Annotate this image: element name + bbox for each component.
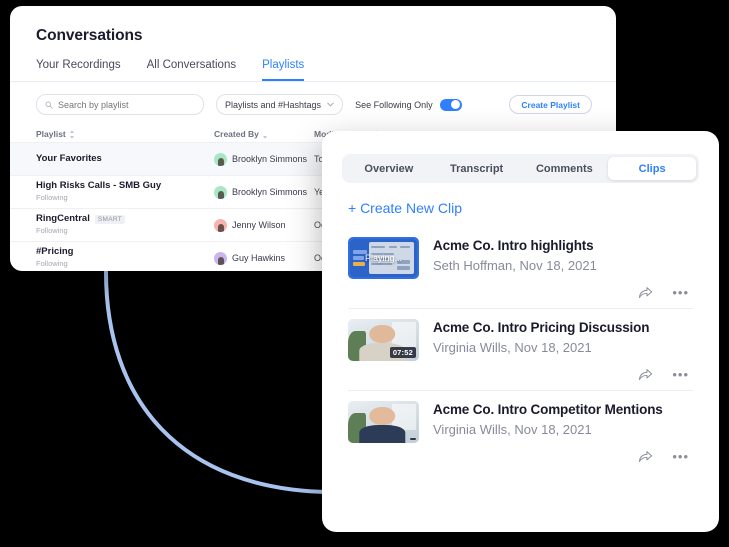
share-icon[interactable]: [638, 368, 653, 381]
row-created-by-cell: Guy Hawkins: [214, 251, 314, 265]
tab-transcript[interactable]: Transcript: [433, 157, 521, 180]
create-new-clip-button[interactable]: + Create New Clip: [348, 200, 462, 216]
clip-list-item[interactable]: 07:52 Acme Co. Intro Pricing Discussion …: [322, 309, 719, 381]
avatar: [214, 152, 227, 166]
created-by-name: Brooklyn Simmons: [232, 187, 308, 197]
row-playlist-cell: #Pricing Following: [36, 246, 214, 269]
more-options-icon[interactable]: •••: [672, 368, 689, 381]
tab-overview[interactable]: Overview: [345, 157, 433, 180]
dropdown-label: Playlists and #Hashtags: [225, 99, 322, 110]
clip-list-item[interactable]: Acme Co. Intro Competitor Mentions Virgi…: [322, 391, 719, 463]
clip-meta: Acme Co. Intro Pricing Discussion Virgin…: [433, 319, 649, 356]
created-by-name: Guy Hawkins: [232, 253, 286, 263]
tab-your-recordings[interactable]: Your Recordings: [36, 59, 121, 81]
tab-clips[interactable]: Clips: [608, 157, 696, 180]
clips-panel: Overview Transcript Comments Clips + Cre…: [322, 131, 719, 532]
playlist-name: RingCentral: [36, 213, 90, 225]
search-icon: [45, 101, 53, 109]
avatar: [214, 185, 227, 199]
page-title: Conversations: [36, 27, 143, 44]
clip-playing-label: Playing...: [364, 253, 403, 263]
clip-meta: Acme Co. Intro Competitor Mentions Virgi…: [433, 401, 663, 438]
sort-icon: [69, 129, 74, 139]
playlist-name: High Risks Calls - SMB Guy: [36, 180, 162, 192]
tab-playlists[interactable]: Playlists: [262, 59, 305, 81]
row-created-by-cell: Brooklyn Simmons: [214, 185, 314, 199]
clip-duration-badge: [410, 438, 416, 440]
search-input[interactable]: [58, 99, 178, 110]
column-header-created-by[interactable]: Created By: [214, 129, 314, 139]
clip-list-item[interactable]: Playing... Acme Co. Intro highlights Set…: [322, 227, 719, 299]
created-by-name: Brooklyn Simmons: [232, 154, 308, 164]
share-icon[interactable]: [638, 286, 653, 299]
clip-actions: •••: [348, 279, 693, 299]
sort-icon: [262, 135, 267, 139]
see-following-only-toggle[interactable]: [439, 98, 462, 111]
see-following-only-label: See Following Only: [355, 99, 433, 110]
portrait-thumbnail-graphic: [348, 401, 419, 443]
clip-title: Acme Co. Intro Competitor Mentions: [433, 402, 663, 417]
column-header-playlist[interactable]: Playlist: [36, 129, 214, 139]
playlist-name: #Pricing: [36, 246, 74, 258]
tab-all-conversations[interactable]: All Conversations: [147, 59, 236, 81]
more-options-icon[interactable]: •••: [672, 450, 689, 463]
row-playlist-cell: Your Favorites: [36, 152, 214, 165]
clip-subtitle: Virginia Wills, Nov 18, 2021: [433, 422, 592, 438]
conversations-tabs: Your Recordings All Conversations Playli…: [10, 59, 616, 82]
create-playlist-button[interactable]: Create Playlist: [509, 95, 592, 114]
more-options-icon[interactable]: •••: [672, 286, 689, 299]
clip-thumbnail[interactable]: Playing...: [348, 237, 419, 279]
clip-actions: •••: [348, 361, 693, 381]
column-label: Created By: [214, 129, 259, 139]
clip-actions: •••: [348, 443, 693, 463]
clip-thumbnail[interactable]: [348, 401, 419, 443]
clip-duration-badge: 07:52: [389, 347, 416, 358]
search-box[interactable]: [36, 94, 204, 115]
filter-toolbar: Playlists and #Hashtags See Following On…: [10, 94, 616, 115]
playlists-hashtags-dropdown[interactable]: Playlists and #Hashtags: [216, 94, 344, 115]
chevron-down-icon: [327, 102, 334, 107]
clip-title: Acme Co. Intro highlights: [433, 238, 594, 253]
row-playlist-cell: RingCentral SMART Following: [36, 213, 214, 236]
clips-panel-tabs: Overview Transcript Comments Clips: [342, 154, 699, 183]
playlist-name: Your Favorites: [36, 152, 102, 164]
clip-thumbnail[interactable]: 07:52: [348, 319, 419, 361]
see-following-only-group: See Following Only: [355, 98, 462, 111]
following-label: Following: [36, 259, 68, 269]
smart-badge: SMART: [94, 214, 125, 225]
column-label: Playlist: [36, 129, 66, 139]
following-label: Following: [36, 193, 68, 203]
clip-subtitle: Seth Hoffman, Nov 18, 2021: [433, 258, 597, 274]
clips-list: Playing... Acme Co. Intro highlights Set…: [322, 227, 719, 463]
avatar: [214, 251, 227, 265]
clip-subtitle: Virginia Wills, Nov 18, 2021: [433, 340, 592, 356]
row-playlist-cell: High Risks Calls - SMB Guy Following: [36, 180, 214, 203]
avatar: [214, 218, 227, 232]
row-created-by-cell: Jenny Wilson: [214, 218, 314, 232]
following-label: Following: [36, 226, 68, 236]
toggle-knob: [451, 100, 461, 109]
clip-title: Acme Co. Intro Pricing Discussion: [433, 320, 650, 335]
tab-comments[interactable]: Comments: [521, 157, 609, 180]
clip-meta: Acme Co. Intro highlights Seth Hoffman, …: [433, 237, 597, 274]
row-created-by-cell: Brooklyn Simmons: [214, 152, 314, 166]
created-by-name: Jenny Wilson: [232, 220, 286, 230]
share-icon[interactable]: [638, 450, 653, 463]
